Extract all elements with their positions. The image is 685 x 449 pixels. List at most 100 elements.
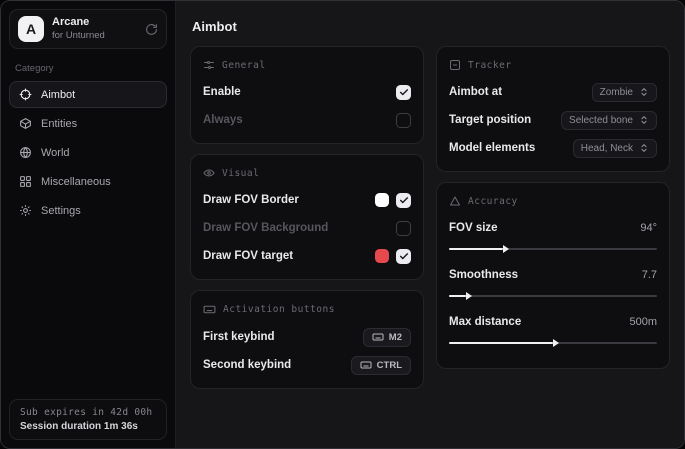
setting-row-max-distance: Max distance 500m [449,311,657,348]
dropdown-value: Selected bone [569,115,633,126]
sidebar-item-label: Entities [41,118,77,130]
refresh-icon[interactable] [145,23,158,36]
section-title: Visual [222,168,259,179]
section-title: Accuracy [468,196,518,207]
model-elements-dropdown[interactable]: Head, Neck [573,139,657,158]
setting-row-fov-border: Draw FOV Border [203,189,411,211]
chevrons-up-down-icon [639,115,649,125]
check-icon [399,87,409,97]
setting-label: Max distance [449,316,521,328]
first-keybind-button[interactable]: M2 [363,328,411,347]
enable-checkbox[interactable] [396,85,411,100]
general-card: General Enable Always [190,46,424,144]
max-distance-value: 500m [629,316,657,328]
sliders-icon [203,59,215,71]
setting-row-aimbot-at: Aimbot at Zombie [449,81,657,103]
fov-border-color-swatch[interactable] [375,193,389,207]
sidebar-item-label: World [41,147,70,159]
slider-thumb[interactable] [449,342,553,345]
keyboard-icon [360,359,372,371]
fov-target-color-swatch[interactable] [375,249,389,263]
square-dash-icon [449,59,461,71]
keyboard-icon [203,303,216,316]
sidebar-item-label: Miscellaneous [41,176,111,188]
session-duration-text: Session duration 1m 36s [20,421,156,432]
chevrons-up-down-icon [639,87,649,97]
app-logo: A [18,16,44,42]
section-title: Tracker [468,60,512,71]
left-column: General Enable Always [190,46,424,389]
setting-label: Aimbot at [449,86,502,98]
setting-label: Draw FOV Border [203,194,299,206]
setting-row-smoothness: Smoothness 7.7 [449,264,657,301]
setting-row-enable: Enable [203,81,411,103]
check-icon [399,195,409,205]
crosshair-icon [19,88,32,101]
setting-label: Target position [449,114,531,126]
right-column: Tracker Aimbot at Zombie Target position… [436,46,670,369]
sub-expires-text: Sub expires in 42d 00h [20,407,156,418]
sidebar: A Arcane for Unturned Category Aimbot En… [1,1,176,448]
dropdown-value: Zombie [600,87,633,98]
slider-track [449,295,657,298]
setting-row-first-keybind: First keybind M2 [203,326,411,348]
setting-label: Always [203,114,243,126]
target-position-dropdown[interactable]: Selected bone [561,111,657,130]
setting-row-always: Always [203,109,411,131]
app-logo-letter: A [26,21,36,37]
keyboard-icon [372,331,384,343]
category-label: Category [15,63,167,74]
sidebar-item-entities[interactable]: Entities [9,110,167,137]
accuracy-card: Accuracy FOV size 94° [436,182,670,369]
setting-row-fov-size: FOV size 94° [449,217,657,254]
smoothness-value: 7.7 [642,269,657,281]
section-title: General [222,60,266,71]
eye-icon [203,167,215,179]
activation-card: Activation buttons First keybind M2 Seco… [190,290,424,389]
app-header: A Arcane for Unturned [9,9,167,49]
sidebar-item-miscellaneous[interactable]: Miscellaneous [9,168,167,195]
gear-icon [19,204,32,217]
setting-row-second-keybind: Second keybind CTRL [203,354,411,376]
app-subtitle: for Unturned [52,30,137,42]
setting-label: Model elements [449,142,535,154]
globe-icon [19,146,32,159]
max-distance-slider[interactable] [449,338,657,348]
second-keybind-button[interactable]: CTRL [351,356,411,375]
setting-label: Smoothness [449,269,518,281]
keybind-value: M2 [389,332,402,343]
setting-label: Draw FOV Background [203,222,328,234]
smoothness-slider[interactable] [449,291,657,301]
sidebar-item-world[interactable]: World [9,139,167,166]
subscription-info: Sub expires in 42d 00h Session duration … [9,399,167,440]
sidebar-item-label: Aimbot [41,89,75,101]
chevrons-up-down-icon [639,143,649,153]
sidebar-item-settings[interactable]: Settings [9,197,167,224]
dropdown-value: Head, Neck [581,143,633,154]
tracker-card: Tracker Aimbot at Zombie Target position… [436,46,670,172]
page-title: Aimbot [192,19,670,34]
sidebar-nav: Aimbot Entities World Miscellaneous Sett… [9,81,167,224]
slider-thumb[interactable] [449,295,466,298]
setting-row-fov-background: Draw FOV Background [203,217,411,239]
setting-label: Enable [203,86,241,98]
sidebar-item-aimbot[interactable]: Aimbot [9,81,167,108]
setting-row-model-elements: Model elements Head, Neck [449,137,657,159]
triangle-icon [449,195,461,207]
keybind-value: CTRL [377,360,402,371]
fov-size-slider[interactable] [449,244,657,254]
section-title: Activation buttons [223,304,335,315]
app-meta: Arcane for Unturned [52,16,137,42]
fov-background-checkbox[interactable] [396,221,411,236]
grid-icon [19,175,32,188]
visual-card: Visual Draw FOV Border Draw FOV Backgrou… [190,154,424,280]
slider-thumb[interactable] [449,248,503,251]
always-checkbox[interactable] [396,113,411,128]
fov-size-value: 94° [640,222,657,234]
arcane-window: A Arcane for Unturned Category Aimbot En… [0,0,685,449]
aimbot-at-dropdown[interactable]: Zombie [592,83,657,102]
fov-target-checkbox[interactable] [396,249,411,264]
setting-label: First keybind [203,331,275,343]
fov-border-checkbox[interactable] [396,193,411,208]
setting-row-fov-target: Draw FOV target [203,245,411,267]
